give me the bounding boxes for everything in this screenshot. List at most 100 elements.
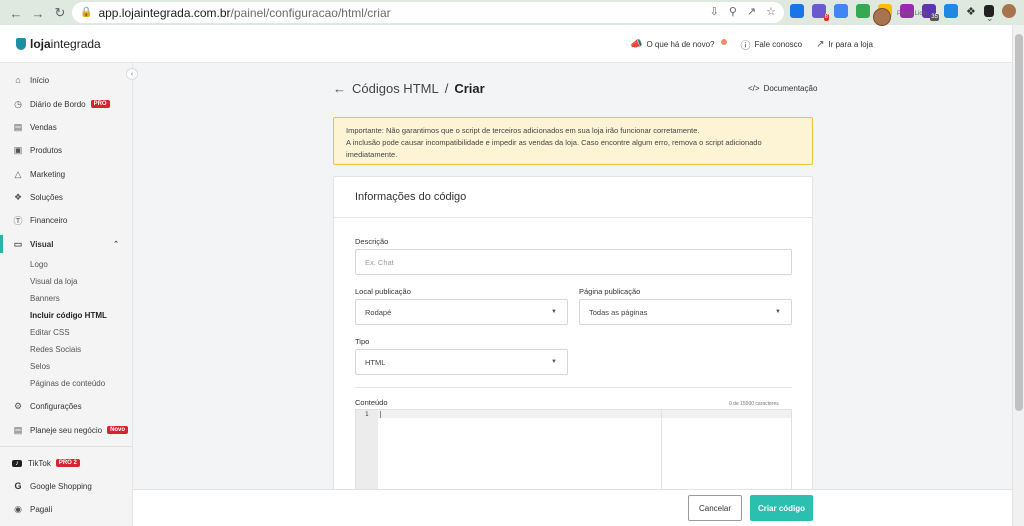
submenu-item-redes-sociais[interactable]: Redes Sociais [30, 345, 81, 354]
sidebar-item-label: Google Shopping [30, 481, 92, 491]
extension-3-icon[interactable] [834, 4, 848, 18]
go-to-store-label: Ir para a loja [828, 40, 873, 49]
alert-text-2: A inclusão pode causar incompatibilidade… [346, 138, 762, 159]
forward-arrow-icon[interactable]: → [28, 3, 48, 23]
sidebar-item-diario[interactable]: ◷ Diário de Bordo PRO [0, 95, 133, 113]
megaphone-icon: 📣 [630, 39, 643, 50]
back-arrow-icon[interactable]: ← [333, 81, 346, 96]
sidebar-item-label: TikTok [28, 458, 51, 468]
page-scrollbar[interactable] [1012, 25, 1024, 526]
sidebar-item-pagali[interactable]: ◉ Pagali [0, 500, 133, 518]
box-icon: ▣ [13, 144, 23, 155]
extension-badge: 8 [823, 14, 829, 21]
gear-icon: ⚙ [13, 400, 23, 411]
sidebar-item-label: Produtos [30, 145, 63, 155]
type-select[interactable]: HTML ▼ [355, 349, 568, 375]
submenu-item-logo[interactable]: Logo [30, 260, 48, 269]
editor-active-line [356, 410, 791, 418]
whats-new-link[interactable]: 📣 O que há de novo? [630, 38, 727, 50]
code-editor[interactable]: 1 [355, 409, 792, 498]
description-label: Descrição [355, 237, 389, 246]
documentation-label: Documentação [763, 84, 818, 93]
go-to-store-link[interactable]: ↗ Ir para a loja [816, 39, 873, 50]
logo[interactable]: loja integrada [16, 37, 101, 51]
editor-gutter [356, 410, 378, 498]
sidebar-item-marketing[interactable]: △ Marketing [0, 165, 133, 183]
sidebar-item-google-shopping[interactable]: G Google Shopping [0, 477, 133, 495]
logo-mark-icon [16, 38, 26, 50]
logo-text-bold: loja [30, 37, 51, 51]
breadcrumb-link[interactable]: Códigos HTML [352, 81, 439, 96]
submenu-item-banners[interactable]: Banners [30, 294, 60, 303]
header-links: 📣 O que há de novo? ⓘ Fale conosco ↗ Ir … [630, 37, 873, 52]
form-footer [133, 489, 1012, 526]
sidebar-item-inicio[interactable]: ⌂ Início [0, 71, 133, 89]
warning-alert: Importante: Não garantimos que o script … [333, 117, 813, 165]
puzzle-icon: ❖ [13, 191, 23, 202]
sidebar-item-tiktok[interactable]: ♪ TikTok PRO 2 [0, 454, 133, 472]
line-number: 1 [365, 411, 369, 418]
notification-dot [720, 38, 727, 45]
install-icon[interactable]: ⇩ [710, 5, 719, 18]
share-icon[interactable]: ↗ [747, 5, 756, 18]
logo-text: integrada [50, 37, 101, 51]
browser-toolbar: ← → ↻ 🔒 app.lojaintegrada.com.br/painel/… [0, 0, 1024, 25]
zoom-icon[interactable]: ⚲ [729, 5, 737, 18]
submenu-item-selos[interactable]: Selos [30, 362, 50, 371]
chevron-down-icon[interactable]: ⌄ [986, 13, 994, 24]
submenu-item-editar-css[interactable]: Editar CSS [30, 328, 70, 337]
location-select-value: Rodapé [365, 307, 392, 317]
bookmark-star-icon[interactable]: ☆ [766, 5, 776, 18]
user-name[interactable]: Pedro Licin [897, 11, 927, 17]
submenu-item-incluir-html[interactable]: Incluir código HTML [30, 311, 107, 320]
back-arrow-icon[interactable]: ← [6, 3, 26, 23]
profile-avatar[interactable] [1001, 4, 1016, 18]
lock-icon: 🔒 [80, 7, 93, 18]
megaphone-icon: △ [14, 168, 22, 179]
extension-2-icon[interactable]: 8 [812, 4, 829, 21]
pro-badge: PRO [90, 100, 110, 108]
create-code-button[interactable]: Criar código [750, 495, 813, 521]
sidebar-item-solucoes[interactable]: ❖ Soluções [0, 188, 133, 206]
breadcrumb-separator: / [444, 81, 449, 96]
description-input[interactable]: Ex. Chat [355, 249, 792, 275]
sidebar-item-label: Pagali [30, 504, 53, 514]
avatar[interactable] [873, 8, 891, 26]
type-label: Tipo [355, 337, 370, 346]
sidebar-item-planeje[interactable]: ▤ Planeje seu negócio Novo [0, 421, 133, 439]
extension-4-icon[interactable] [856, 4, 870, 18]
cancel-button[interactable]: Cancelar [688, 495, 742, 521]
sidebar-item-financeiro[interactable]: Ⓣ Financeiro [0, 211, 133, 229]
submenu-item-visual-da-loja[interactable]: Visual da loja [30, 277, 77, 286]
sidebar-item-configuracoes[interactable]: ⚙ Configurações [0, 397, 133, 415]
sidebar-item-label: Marketing [30, 169, 66, 179]
sidebar-item-label: Planeje seu negócio [30, 425, 103, 435]
scrollbar-thumb[interactable] [1015, 34, 1023, 411]
submenu-item-paginas-conteudo[interactable]: Páginas de conteúdo [30, 379, 105, 388]
sidebar-item-produtos[interactable]: ▣ Produtos [0, 141, 133, 159]
sidebar-item-label: Início [30, 75, 50, 85]
clock-icon: ◷ [14, 98, 22, 109]
sidebar-item-label: Financeiro [30, 215, 68, 225]
page-select[interactable]: Todas as páginas ▼ [579, 299, 792, 325]
content-label: Conteúdo [355, 398, 388, 407]
location-select[interactable]: Rodapé ▼ [355, 299, 568, 325]
collapse-sidebar-icon[interactable]: ‹ [126, 68, 138, 80]
url-host: app.lojaintegrada.com.br [98, 5, 231, 20]
extension-1-icon[interactable] [790, 4, 804, 18]
documentation-link[interactable]: </> Documentação [748, 84, 817, 93]
sidebar-item-vendas[interactable]: ▤ Vendas [0, 118, 133, 136]
reload-icon[interactable]: ↻ [50, 3, 70, 23]
contact-link[interactable]: ⓘ Fale conosco [741, 37, 803, 52]
puzzle-extensions-icon[interactable]: ❖ [966, 5, 976, 18]
whats-new-label: O que há de novo? [646, 40, 715, 49]
list-icon: ▤ [13, 121, 23, 132]
extension-8-icon[interactable] [944, 4, 958, 18]
address-bar[interactable]: 🔒 app.lojaintegrada.com.br/painel/config… [72, 2, 784, 23]
extension-badge: 35 [930, 14, 939, 21]
char-counter: 0 de 15000 caracteres [729, 401, 779, 407]
chevron-up-icon[interactable]: ⌃ [113, 240, 119, 248]
sidebar-item-visual[interactable]: ▭ Visual ⌃ [0, 235, 133, 253]
google-icon: G [14, 481, 22, 491]
card-title: Informações do código [355, 191, 467, 203]
